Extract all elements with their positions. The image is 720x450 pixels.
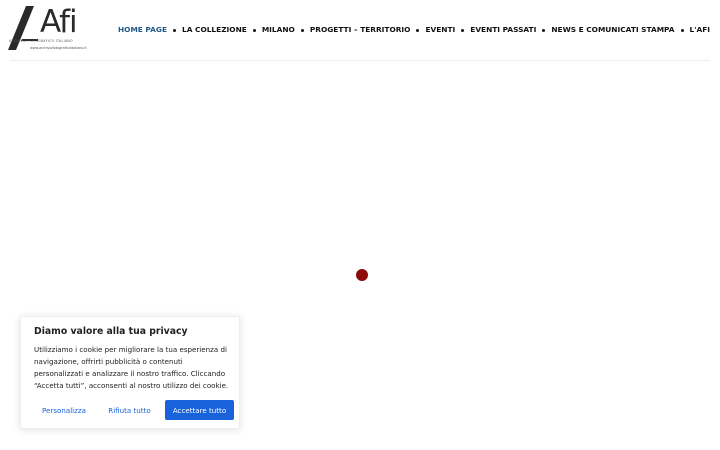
site-header: Afi Archivio Fotografico Italiano www.ar… (0, 0, 720, 61)
nav-separator (173, 28, 177, 32)
logo-tagline: Archivio Fotografico Italiano (9, 39, 73, 43)
nav-item-progetti-territorio[interactable]: Progetti – Territorio (310, 24, 411, 36)
nav-separator (680, 28, 684, 32)
page: Afi Archivio Fotografico Italiano www.ar… (0, 0, 720, 450)
reject-all-button[interactable]: Rifiuta tutto (98, 400, 161, 420)
header-divider (10, 60, 710, 61)
nav-item-home-page[interactable]: Home Page (118, 24, 167, 36)
loading-spinner-icon (356, 269, 368, 281)
logo-text: Afi (40, 4, 78, 40)
nav-separator (461, 28, 465, 32)
nav-separator (252, 28, 256, 32)
nav-separator (300, 28, 304, 32)
cookie-description: Utilizziamo i cookie per migliorare la t… (34, 345, 229, 390)
main-nav: Home Page La Collezione Milano Progetti … (118, 24, 710, 36)
nav-item-la-collezione[interactable]: La Collezione (182, 24, 247, 36)
cookie-title: Diamo valore alla tua privacy (34, 326, 188, 337)
cookie-buttons: Personalizza Rifiuta tutto Accettare tut… (34, 400, 234, 420)
site-logo[interactable]: Afi Archivio Fotografico Italiano www.ar… (8, 6, 90, 54)
nav-item-lafi[interactable]: L'AFI (690, 24, 711, 36)
customize-button[interactable]: Personalizza (34, 400, 94, 420)
nav-item-eventi-passati[interactable]: Eventi Passati (470, 24, 536, 36)
nav-item-news-comunicati[interactable]: News e Comunicati Stampa (551, 24, 674, 36)
accept-all-button[interactable]: Accettare tutto (165, 400, 234, 420)
nav-item-eventi[interactable]: Eventi (425, 24, 455, 36)
cookie-consent-banner: Diamo valore alla tua privacy Utilizziam… (20, 316, 240, 429)
nav-item-milano[interactable]: Milano (262, 24, 295, 36)
nav-separator (416, 28, 420, 32)
logo-url: www.archiviofotograficoitaliano.it (30, 46, 87, 50)
nav-separator (542, 28, 546, 32)
